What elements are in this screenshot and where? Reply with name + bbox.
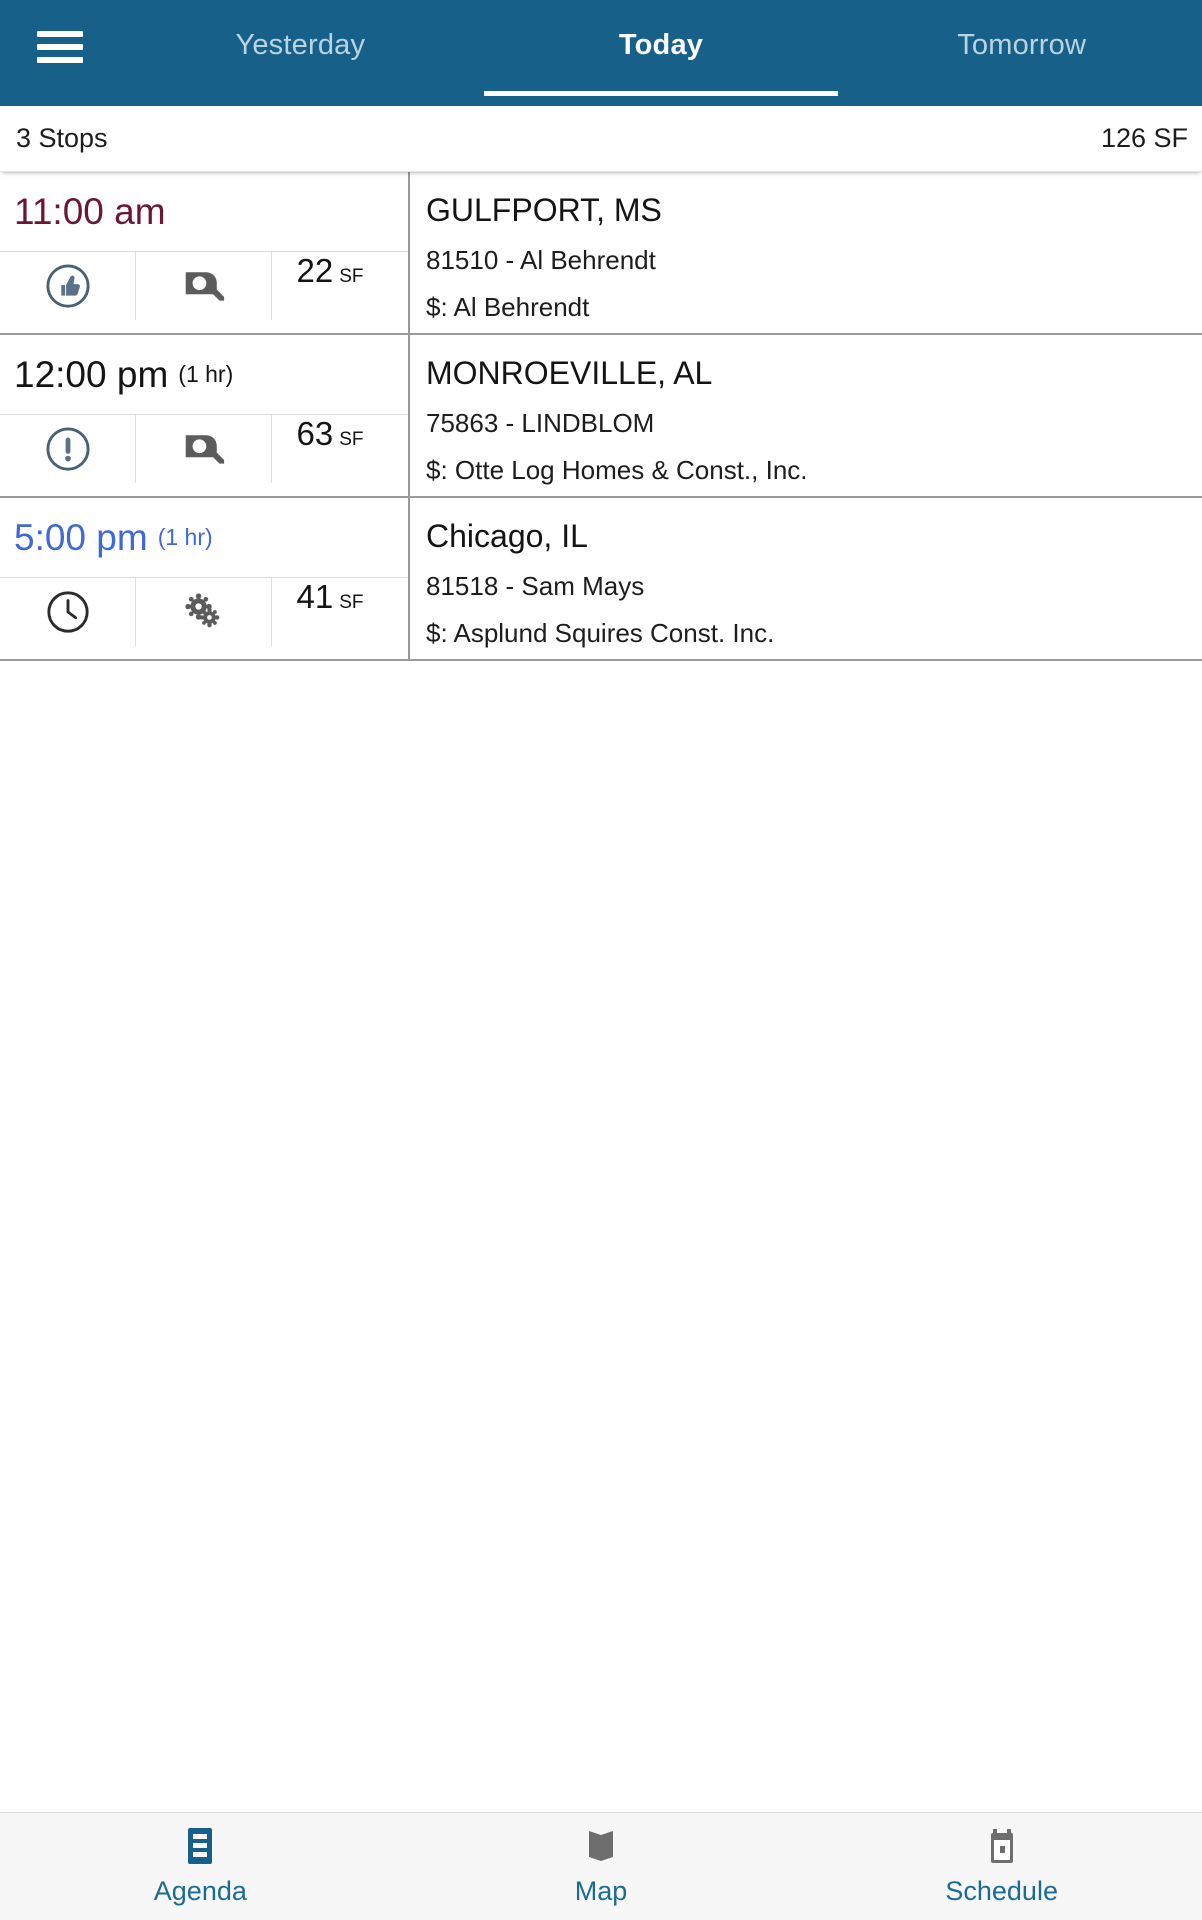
- nav-item-agenda[interactable]: Agenda: [0, 1813, 401, 1920]
- total-sf-label: 126 SF: [1100, 123, 1188, 153]
- stop-sf-value: 63: [296, 415, 334, 452]
- tab-underline-active: [483, 91, 839, 96]
- clock-icon: [45, 589, 91, 635]
- stop-customer: $: Al Behrendt: [426, 292, 590, 322]
- tape-measure-icon: [180, 265, 228, 307]
- stop-time-row: 12:00 pm (1 hr): [0, 335, 408, 415]
- nav-item-agenda-label: Agenda: [153, 1876, 247, 1906]
- stop-time-row: 5:00 pm (1 hr): [0, 498, 408, 578]
- stop-status-cell[interactable]: [0, 252, 136, 320]
- stop-account: 81510 - Al Behrendt: [426, 245, 656, 275]
- stop-status-cell[interactable]: [0, 578, 136, 646]
- stop-sf-cell: 22 SF: [272, 252, 408, 320]
- stop-icon-row: 41 SF: [0, 578, 408, 646]
- stop-work-type-cell[interactable]: [136, 252, 272, 320]
- stop-city: GULFPORT, MS: [426, 192, 662, 228]
- stop-sf-cell: 63 SF: [272, 415, 408, 483]
- calendar-icon: [986, 1826, 1018, 1866]
- agenda-list-icon: [184, 1826, 216, 1866]
- nav-item-map[interactable]: Map: [401, 1813, 802, 1920]
- tab-yesterday[interactable]: Yesterday: [120, 0, 481, 106]
- thumbs-up-circle-icon: [45, 263, 91, 309]
- stop-time: 12:00 pm: [14, 354, 169, 395]
- nav-item-schedule[interactable]: Schedule: [801, 1813, 1202, 1920]
- stop-duration: (1 hr): [178, 361, 234, 387]
- stop-sf-unit: SF: [339, 266, 364, 287]
- stop-icon-row: 63 SF: [0, 415, 408, 483]
- stop-sf-unit: SF: [339, 429, 364, 450]
- day-tabs: Yesterday Today Tomorrow: [120, 0, 1202, 106]
- tab-yesterday-label: Yesterday: [235, 28, 366, 61]
- hamburger-menu-button[interactable]: [0, 0, 120, 106]
- stop-city: MONROEVILLE, AL: [426, 355, 713, 391]
- stop-customer: $: Asplund Squires Const. Inc.: [426, 618, 775, 648]
- tab-tomorrow[interactable]: Tomorrow: [841, 0, 1202, 106]
- stop-summary-cell: 12:00 pm (1 hr) 63 SF: [0, 335, 410, 496]
- stop-count-label: 3 Stops: [16, 123, 108, 153]
- map-icon: [584, 1826, 618, 1866]
- stop-time-row: 11:00 am: [0, 172, 408, 252]
- stop-row[interactable]: 12:00 pm (1 hr) 63 SF MONROEVILLE, AL 75…: [0, 335, 1202, 498]
- stop-detail-cell[interactable]: MONROEVILLE, AL 75863 - LINDBLOM $: Otte…: [410, 335, 1202, 496]
- summary-bar: 3 Stops 126 SF: [0, 106, 1202, 172]
- stop-city: Chicago, IL: [426, 518, 588, 554]
- stop-detail-cell[interactable]: Chicago, IL 81518 - Sam Mays $: Asplund …: [410, 498, 1202, 659]
- nav-item-map-label: Map: [574, 1876, 628, 1906]
- tape-measure-icon: [180, 428, 228, 470]
- tab-today-label: Today: [618, 28, 704, 61]
- stop-sf-value: 22: [296, 252, 334, 289]
- gears-icon: [180, 592, 228, 632]
- tab-today[interactable]: Today: [481, 0, 842, 106]
- stop-status-cell[interactable]: [0, 415, 136, 483]
- stop-list: 11:00 am 22 SF GULFPORT, MS 81510 - Al B…: [0, 172, 1202, 1812]
- stop-account: 75863 - LINDBLOM: [426, 408, 655, 438]
- stop-row[interactable]: 5:00 pm (1 hr) 41 SF Chicago, IL 81518 -…: [0, 498, 1202, 661]
- stop-work-type-cell[interactable]: [136, 415, 272, 483]
- stop-sf-value: 41: [296, 578, 334, 615]
- app-root: Yesterday Today Tomorrow 3 Stops 126 SF …: [0, 0, 1202, 1920]
- stop-row[interactable]: 11:00 am 22 SF GULFPORT, MS 81510 - Al B…: [0, 172, 1202, 335]
- stop-icon-row: 22 SF: [0, 252, 408, 320]
- hamburger-menu-icon: [37, 24, 83, 70]
- exclamation-circle-icon: [45, 426, 91, 472]
- stop-summary-cell: 5:00 pm (1 hr) 41 SF: [0, 498, 410, 659]
- stop-summary-cell: 11:00 am 22 SF: [0, 172, 410, 333]
- nav-item-schedule-label: Schedule: [945, 1876, 1058, 1906]
- stop-detail-cell[interactable]: GULFPORT, MS 81510 - Al Behrendt $: Al B…: [410, 172, 1202, 333]
- stop-work-type-cell[interactable]: [136, 578, 272, 646]
- stop-account: 81518 - Sam Mays: [426, 571, 645, 601]
- stop-sf-cell: 41 SF: [272, 578, 408, 646]
- tab-tomorrow-label: Tomorrow: [957, 28, 1087, 61]
- app-bar: Yesterday Today Tomorrow: [0, 0, 1202, 106]
- stop-customer: $: Otte Log Homes & Const., Inc.: [426, 455, 808, 485]
- stop-time: 5:00 pm: [14, 517, 148, 558]
- stop-sf-unit: SF: [339, 592, 364, 613]
- stop-time: 11:00 am: [14, 191, 166, 232]
- stop-duration: (1 hr): [157, 524, 213, 550]
- bottom-navigation: Agenda Map Schedule: [0, 1812, 1202, 1920]
